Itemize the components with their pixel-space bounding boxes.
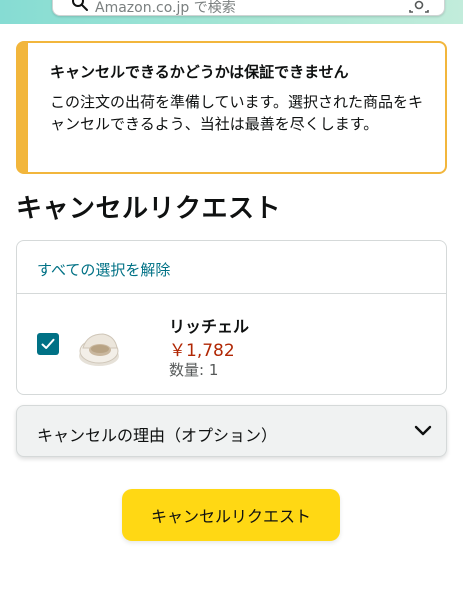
search-icon [72,0,88,11]
search-input[interactable]: Amazon.co.jp で検索 [52,0,445,16]
cancel-reason-label: キャンセルの理由（オプション） [37,426,278,445]
search-header: Amazon.co.jp で検索 [0,0,463,24]
alert-title: キャンセルできるかどうかは保証できません [50,63,349,81]
alert-body: この注文の出荷を準備しています。選択された商品をキャンセルできるよう、当社は最善… [50,93,424,133]
warning-alert: キャンセルできるかどうかは保証できません この注文の出荷を準備しています。選択さ… [16,41,447,174]
search-placeholder: Amazon.co.jp で検索 [95,0,236,16]
cat-litter-box-image [79,333,119,366]
check-icon [41,338,55,349]
divider [17,293,446,294]
deselect-all-link[interactable]: すべての選択を解除 [37,259,170,280]
back-arrow-icon[interactable] [4,0,18,6]
item-checkbox[interactable] [37,333,59,355]
item-price: ￥1,782 [169,341,235,361]
chevron-down-icon [414,425,432,436]
submit-cancel-request-button[interactable]: キャンセルリクエスト [122,489,340,541]
page-title: キャンセルリクエスト [16,194,282,224]
cancel-reason-select[interactable]: キャンセルの理由（オプション） [16,405,447,457]
item-name[interactable]: リッチェル [169,313,249,337]
camera-lens-icon[interactable] [408,0,430,14]
item-quantity: 数量: 1 [169,361,219,379]
cancel-item-card: すべての選択を解除 リッチェル ￥1,782 数量: 1 [16,240,447,395]
